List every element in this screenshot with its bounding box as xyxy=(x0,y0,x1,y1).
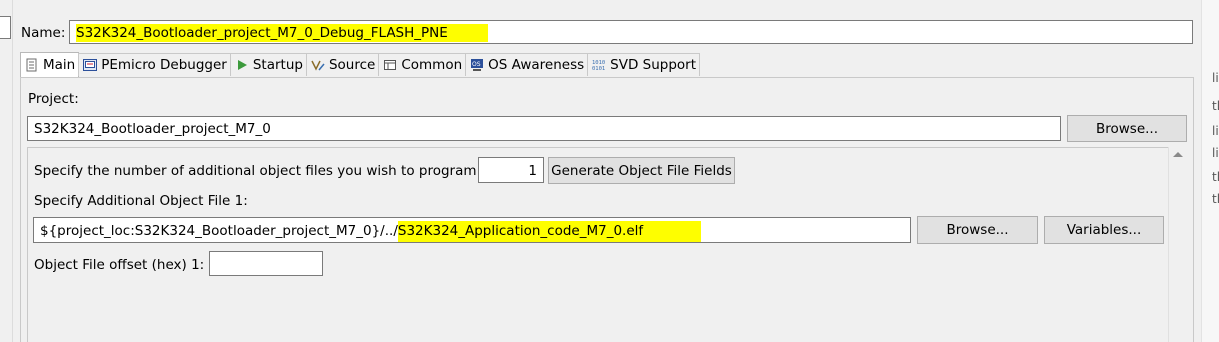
source-icon xyxy=(311,58,325,72)
object-file-field[interactable]: ${project_loc:S32K324_Bootloader_project… xyxy=(33,217,911,243)
svg-text:0101: 0101 xyxy=(592,66,605,72)
svg-text:OS: OS xyxy=(472,61,481,68)
tab-pemicro-debugger[interactable]: PEmicro Debugger xyxy=(78,53,231,76)
right-fragment: tl xyxy=(1212,170,1219,184)
document-icon xyxy=(25,58,39,72)
object-file-name: S32K324_Application_code_M7_0.elf xyxy=(397,221,702,242)
project-label: Project: xyxy=(28,91,79,107)
project-browse-button[interactable]: Browse... xyxy=(1067,115,1187,142)
name-label: Name: xyxy=(21,25,66,41)
tab-os-awareness-label: OS Awareness xyxy=(488,57,585,73)
right-fragment: li xyxy=(1212,124,1219,138)
object-count-label: Specify the number of additional object … xyxy=(34,163,482,179)
window-icon xyxy=(383,58,397,72)
tab-bar: Main PEmicro Debugger Startup Source Com… xyxy=(20,52,700,77)
os-icon: OS xyxy=(470,58,484,72)
object-offset-field[interactable] xyxy=(209,251,323,276)
tab-os-awareness[interactable]: OS OS Awareness xyxy=(465,53,589,76)
object-file-label: Specify Additional Object File 1: xyxy=(34,193,248,209)
object-file-text: ${project_loc:S32K324_Bootloader_project… xyxy=(40,221,702,242)
right-fragment: tl xyxy=(1212,192,1219,206)
tab-startup[interactable]: Startup xyxy=(229,53,307,76)
scroll-up-icon[interactable] xyxy=(1173,152,1183,157)
object-file-prefix: ${project_loc:S32K324_Bootloader_project… xyxy=(40,223,398,239)
vertical-scrollbar[interactable] xyxy=(1168,147,1187,342)
tab-startup-label: Startup xyxy=(252,57,303,73)
tab-pemicro-label: PEmicro Debugger xyxy=(101,57,227,73)
tab-source[interactable]: Source xyxy=(305,53,380,76)
name-field[interactable]: S32K324_Bootloader_project_M7_0_Debug_FL… xyxy=(69,20,1193,44)
right-panel-edge: li tl li li tl tl xyxy=(1201,0,1219,342)
generate-object-fields-button[interactable]: Generate Object File Fields xyxy=(548,157,735,184)
tab-main[interactable]: Main xyxy=(20,52,80,77)
tab-main-label: Main xyxy=(43,57,76,73)
right-fragment: li xyxy=(1212,146,1219,160)
right-fragment: li xyxy=(1212,71,1219,85)
tab-svd-support[interactable]: 1010 0101 SVD Support xyxy=(587,53,700,76)
binary-icon: 1010 0101 xyxy=(592,58,606,72)
left-panel-field xyxy=(0,16,11,39)
pemicro-icon xyxy=(83,58,98,72)
tab-source-label: Source xyxy=(328,57,376,73)
tab-common[interactable]: Common xyxy=(378,53,467,76)
tab-common-label: Common xyxy=(401,57,463,73)
project-field[interactable]: S32K324_Bootloader_project_M7_0 xyxy=(27,116,1061,141)
object-count-field[interactable]: 1 xyxy=(478,157,544,183)
right-fragment: tl xyxy=(1212,99,1219,113)
name-value: S32K324_Bootloader_project_M7_0_Debug_FL… xyxy=(76,24,488,42)
object-file-browse-button[interactable]: Browse... xyxy=(917,216,1038,244)
play-icon xyxy=(235,58,249,72)
variables-button[interactable]: Variables... xyxy=(1044,216,1164,244)
project-value: S32K324_Bootloader_project_M7_0 xyxy=(34,121,271,137)
tab-svd-support-label: SVD Support xyxy=(610,57,696,73)
object-offset-label: Object File offset (hex) 1: xyxy=(34,257,205,273)
object-count-value: 1 xyxy=(528,163,537,179)
left-panel-edge xyxy=(0,0,13,342)
